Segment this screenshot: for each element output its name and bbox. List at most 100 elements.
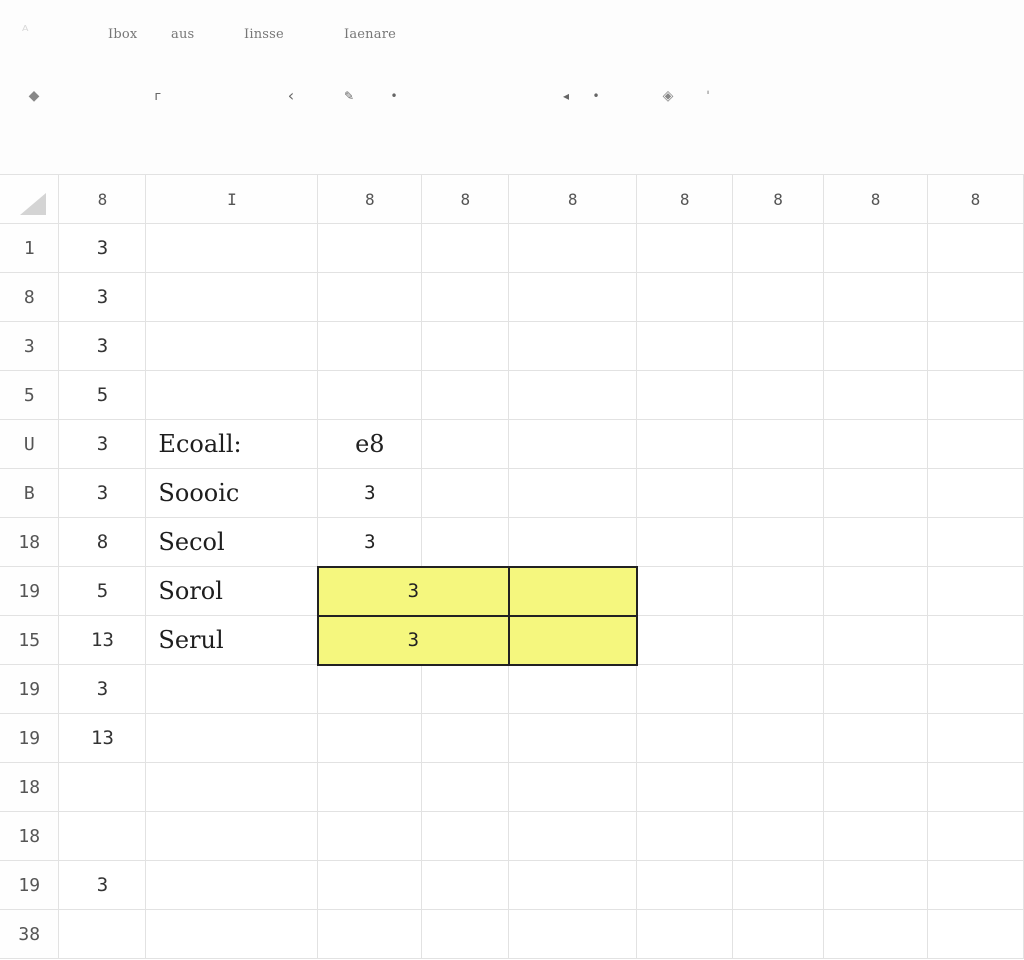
- cell[interactable]: [823, 321, 928, 371]
- cell[interactable]: [421, 664, 510, 714]
- cell[interactable]: [145, 272, 319, 322]
- row-header[interactable]: 15: [0, 615, 60, 665]
- fill-icon[interactable]: ◈: [660, 86, 676, 106]
- column-header[interactable]: 8: [58, 174, 147, 224]
- cell[interactable]: [421, 321, 510, 371]
- cell[interactable]: [927, 811, 1024, 861]
- cell[interactable]: [145, 321, 319, 371]
- cell[interactable]: [823, 713, 928, 763]
- cell[interactable]: [421, 517, 510, 567]
- cell[interactable]: [823, 664, 928, 714]
- cell[interactable]: [317, 762, 423, 812]
- cell[interactable]: [823, 223, 928, 273]
- cell[interactable]: [636, 468, 734, 518]
- cell[interactable]: [927, 713, 1024, 763]
- pen-icon[interactable]: ✎: [341, 86, 357, 106]
- cell[interactable]: [823, 909, 928, 959]
- small-dot-icon[interactable]: ˈ: [700, 86, 716, 106]
- row-header[interactable]: 38: [0, 909, 60, 959]
- cell[interactable]: Soooic: [145, 468, 319, 518]
- cell[interactable]: [317, 223, 423, 273]
- row-header[interactable]: 19: [0, 713, 60, 763]
- cell[interactable]: Ecoall:: [145, 419, 319, 469]
- cell[interactable]: [317, 272, 423, 322]
- cell[interactable]: 3: [317, 468, 423, 518]
- cell[interactable]: [927, 370, 1024, 420]
- cell[interactable]: 3: [58, 223, 147, 273]
- cell[interactable]: [636, 419, 734, 469]
- cell[interactable]: [508, 713, 638, 763]
- menu-item-rename[interactable]: Iaenare: [344, 27, 396, 42]
- cell[interactable]: [823, 370, 928, 420]
- row-header[interactable]: 18: [0, 762, 60, 812]
- cell[interactable]: [927, 664, 1024, 714]
- column-header[interactable]: 8: [508, 174, 638, 224]
- cell[interactable]: [58, 909, 147, 959]
- cell[interactable]: 3: [58, 419, 147, 469]
- cell[interactable]: [508, 565, 638, 616]
- cell[interactable]: [636, 321, 734, 371]
- cell[interactable]: [927, 272, 1024, 322]
- column-header[interactable]: 8: [823, 174, 928, 224]
- cell[interactable]: [508, 517, 638, 567]
- column-header[interactable]: 8: [421, 174, 510, 224]
- column-header[interactable]: 8: [927, 174, 1024, 224]
- menu-item-insert[interactable]: Iinsse: [244, 27, 284, 42]
- cell[interactable]: 5: [58, 370, 147, 420]
- cell[interactable]: [58, 762, 147, 812]
- cell[interactable]: [317, 321, 423, 371]
- cell[interactable]: 13: [58, 615, 147, 665]
- row-header[interactable]: U: [0, 419, 60, 469]
- cell[interactable]: [927, 909, 1024, 959]
- cell[interactable]: [823, 615, 928, 665]
- cell[interactable]: [927, 419, 1024, 469]
- dot-icon[interactable]: •: [386, 86, 402, 106]
- row-header[interactable]: 5: [0, 370, 60, 420]
- cell[interactable]: [317, 664, 423, 714]
- cell[interactable]: 8: [58, 517, 147, 567]
- cell[interactable]: [636, 664, 734, 714]
- cell[interactable]: [636, 615, 734, 665]
- cell[interactable]: [421, 370, 510, 420]
- cell[interactable]: [732, 370, 825, 420]
- cell[interactable]: [421, 860, 510, 910]
- cell[interactable]: [145, 909, 319, 959]
- cell[interactable]: [927, 321, 1024, 371]
- cell[interactable]: 3: [316, 565, 510, 616]
- menu-item-file[interactable]: Ibox: [108, 27, 137, 42]
- cell[interactable]: [732, 272, 825, 322]
- cell[interactable]: [927, 468, 1024, 518]
- cell[interactable]: [732, 566, 825, 616]
- row-header[interactable]: 1: [0, 223, 60, 273]
- corner-icon[interactable]: ᴦ: [150, 86, 166, 106]
- cell[interactable]: [823, 566, 928, 616]
- cell[interactable]: [732, 468, 825, 518]
- cell[interactable]: Secol: [145, 517, 319, 567]
- row-header[interactable]: 8: [0, 272, 60, 322]
- cell[interactable]: 3: [58, 664, 147, 714]
- cell[interactable]: [823, 468, 928, 518]
- cell[interactable]: [317, 713, 423, 763]
- cell[interactable]: [58, 811, 147, 861]
- cell[interactable]: [145, 370, 319, 420]
- cell[interactable]: [508, 860, 638, 910]
- cell[interactable]: [508, 419, 638, 469]
- cell[interactable]: [732, 517, 825, 567]
- chevron-left-icon[interactable]: ‹: [283, 86, 299, 106]
- cell[interactable]: [317, 811, 423, 861]
- cell[interactable]: e8: [317, 419, 423, 469]
- cell[interactable]: [636, 713, 734, 763]
- row-header[interactable]: 18: [0, 811, 60, 861]
- cell[interactable]: Sorol: [145, 566, 319, 616]
- row-header[interactable]: 19: [0, 566, 60, 616]
- cell[interactable]: [636, 860, 734, 910]
- column-header[interactable]: 8: [732, 174, 825, 224]
- cell[interactable]: 3: [58, 860, 147, 910]
- cell[interactable]: [317, 860, 423, 910]
- cell[interactable]: [421, 223, 510, 273]
- cell[interactable]: [927, 762, 1024, 812]
- cell[interactable]: [636, 517, 734, 567]
- row-header[interactable]: B: [0, 468, 60, 518]
- cell[interactable]: [823, 860, 928, 910]
- cell[interactable]: [145, 811, 319, 861]
